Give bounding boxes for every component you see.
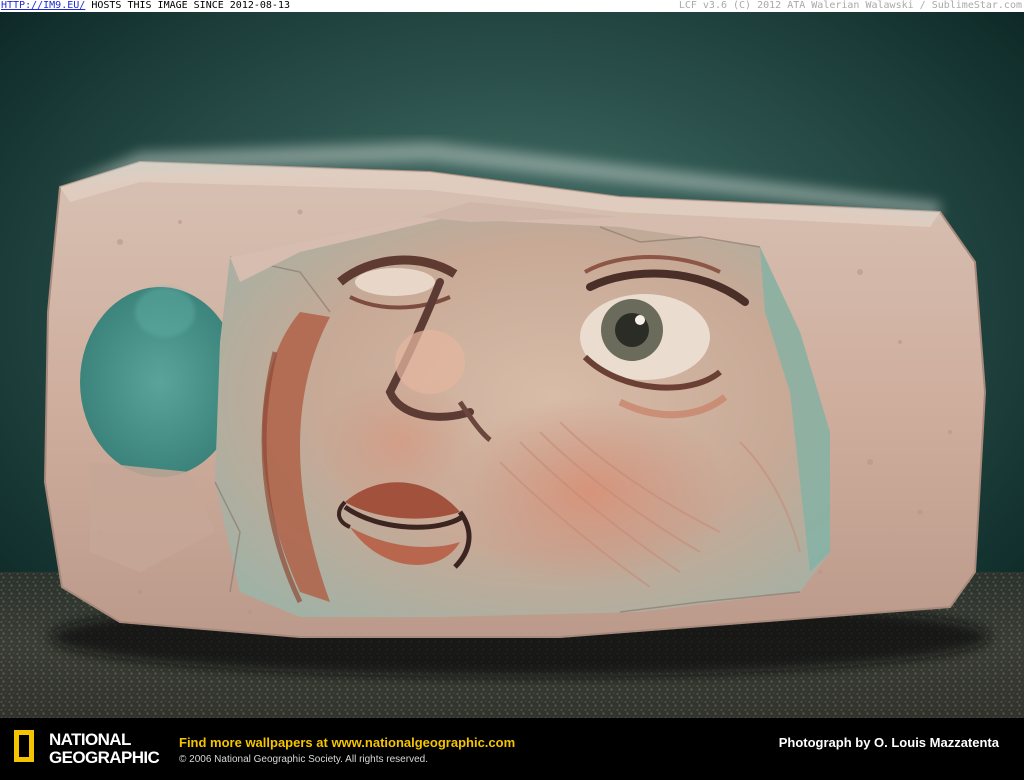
watermark-bar: HTTP://IM9.EU/ HOSTS THIS IMAGE SINCE 20…	[0, 0, 1024, 12]
natgeo-url-link[interactable]: www.nationalgeographic.com	[331, 735, 515, 750]
natgeo-logo-text: NATIONAL GEOGRAPHIC	[49, 730, 160, 767]
fresco-fragment-photo	[0, 12, 1024, 718]
watermark-credit: LCF v3.6 (C) 2012 ATA Walerian Walawski …	[678, 0, 1022, 11]
copyright-notice: © 2006 National Geographic Society. All …	[179, 754, 428, 765]
logo-line-2: GEOGRAPHIC	[49, 748, 160, 767]
host-link[interactable]: HTTP://IM9.EU/	[1, 0, 85, 11]
host-since-text: HOSTS THIS IMAGE SINCE 2012-08-13	[85, 0, 290, 11]
wallpaper-page: HTTP://IM9.EU/ HOSTS THIS IMAGE SINCE 20…	[0, 0, 1024, 780]
logo-line-1: NATIONAL	[49, 730, 131, 749]
find-more-prefix: Find more wallpapers at	[179, 735, 332, 750]
find-more-wallpapers: Find more wallpapers at www.nationalgeog…	[179, 735, 515, 750]
natgeo-footer: NATIONAL GEOGRAPHIC Find more wallpapers…	[0, 718, 1024, 780]
photo-credit: Photograph by O. Louis Mazzatenta	[778, 735, 999, 750]
natgeo-yellow-border-icon	[14, 730, 34, 762]
watermark-left: HTTP://IM9.EU/ HOSTS THIS IMAGE SINCE 20…	[1, 0, 290, 12]
